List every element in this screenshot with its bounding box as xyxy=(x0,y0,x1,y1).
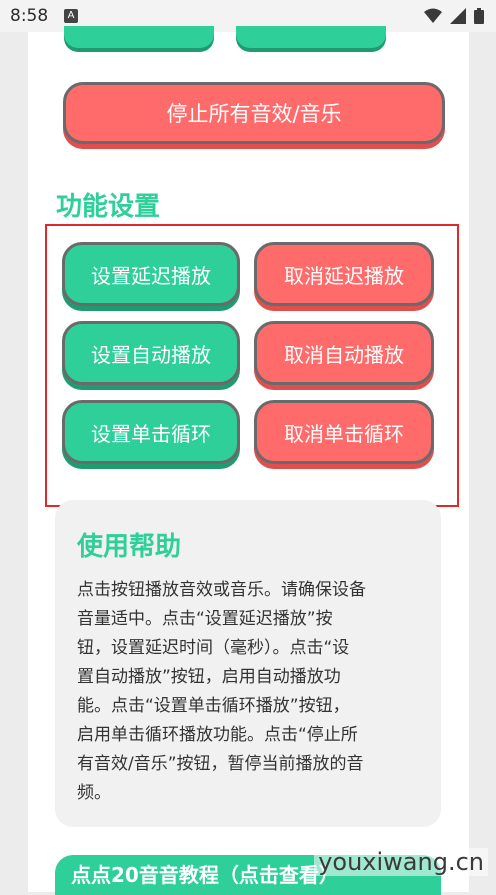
cancel-auto-play-button[interactable]: 取消自动播放 xyxy=(254,321,434,385)
help-panel: 使用帮助 点击按钮播放音效或音乐。请确保设备 音量适中。点击“设置延迟播放”按 … xyxy=(55,500,441,827)
stop-all-button-label: 停止所有音效/音乐 xyxy=(166,102,342,126)
help-text: 点击按钮播放音效或音乐。请确保设备 音量适中。点击“设置延迟播放”按 钮，设置延… xyxy=(77,576,421,808)
cancel-click-loop-button[interactable]: 取消单击循环 xyxy=(254,400,434,464)
set-click-loop-label: 设置单击循环 xyxy=(91,421,211,446)
battery-icon xyxy=(474,8,484,24)
help-line: 频。 xyxy=(77,783,111,803)
signal-icon xyxy=(450,8,466,24)
help-line: 能。点击“设置单击循环播放”按钮， xyxy=(77,696,350,716)
partial-green-button-left[interactable] xyxy=(64,26,214,48)
watermark-text: youxiwang.cn xyxy=(314,848,488,876)
help-line: 钮，设置延迟时间（毫秒）。点击“设 xyxy=(77,638,350,658)
cancel-auto-play-label: 取消自动播放 xyxy=(284,342,404,367)
set-click-loop-button[interactable]: 设置单击循环 xyxy=(62,400,240,464)
set-delay-play-label: 设置延迟播放 xyxy=(91,263,211,288)
help-line: 启用单击循环播放功能。点击“停止所 xyxy=(77,725,358,745)
set-delay-play-button[interactable]: 设置延迟播放 xyxy=(62,242,240,306)
wifi-icon xyxy=(424,8,442,23)
cancel-delay-play-button[interactable]: 取消延迟播放 xyxy=(254,242,434,306)
cancel-delay-play-label: 取消延迟播放 xyxy=(284,263,404,288)
cancel-click-loop-label: 取消单击循环 xyxy=(284,421,404,446)
status-time: 8:58 xyxy=(10,6,49,26)
help-title: 使用帮助 xyxy=(77,532,182,562)
feature-settings-title: 功能设置 xyxy=(56,192,161,222)
help-line: 有音效/音乐”按钮，暂停当前播放的音 xyxy=(77,754,364,774)
stop-all-button[interactable]: 停止所有音效/音乐 xyxy=(63,82,445,144)
help-line: 音量适中。点击“设置延迟播放”按 xyxy=(77,609,333,629)
help-line: 点击按钮播放音效或音乐。请确保设备 xyxy=(77,580,366,600)
set-auto-play-button[interactable]: 设置自动播放 xyxy=(62,321,240,385)
set-auto-play-label: 设置自动播放 xyxy=(91,342,211,367)
partial-green-button-right[interactable] xyxy=(236,26,386,48)
notification-icon: A xyxy=(64,9,78,23)
status-icons xyxy=(424,8,484,24)
help-line: 置自动播放”按钮，启用自动播放功 xyxy=(77,667,341,687)
